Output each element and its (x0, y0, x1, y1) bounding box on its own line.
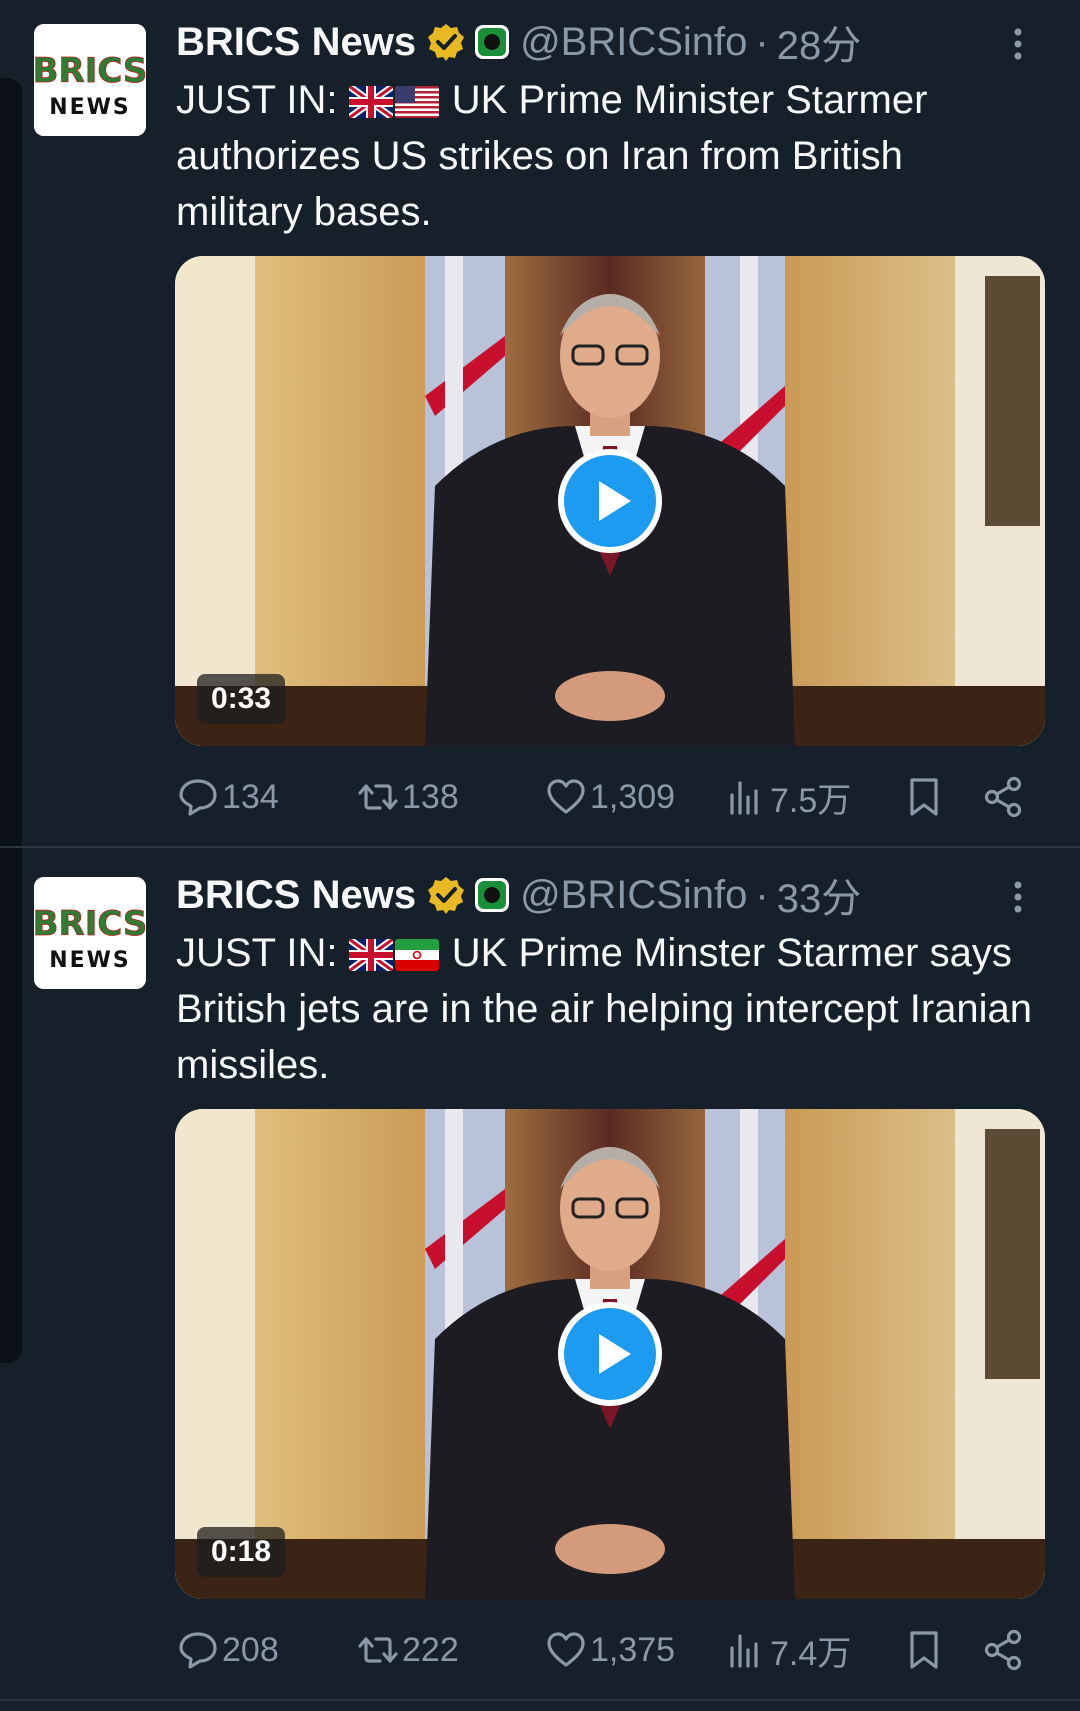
like-count: 1,375 (590, 1630, 676, 1669)
svg-text:NEWS: NEWS (49, 95, 131, 120)
video-duration: 0:18 (197, 1527, 286, 1577)
gold-check-badge-icon[interactable] (426, 22, 466, 62)
views-button[interactable]: 7.4万 (724, 1625, 851, 1675)
svg-text:BRICS: BRICS (34, 51, 146, 91)
reply-count: 134 (222, 777, 279, 816)
avatar[interactable]: BRICS NEWS (34, 24, 146, 136)
svg-text:BRICS: BRICS (34, 904, 146, 944)
reply-icon (176, 775, 220, 819)
bookmark-icon (902, 1628, 946, 1672)
share-button[interactable] (982, 772, 1028, 822)
repost-count: 222 (402, 1630, 459, 1669)
more-options-icon[interactable] (1006, 877, 1030, 917)
tweet-text: JUST IN: UK Prime Minister Starmer autho… (176, 72, 1036, 240)
views-chart-icon (724, 775, 768, 819)
reply-icon (176, 1628, 220, 1672)
reply-button[interactable]: 134 (176, 772, 279, 822)
play-icon[interactable] (555, 446, 665, 556)
timestamp[interactable]: 33分 (777, 866, 862, 924)
views-count: 7.4万 (770, 1634, 852, 1673)
tweet-text-prefix: JUST IN: (176, 78, 338, 122)
video-player[interactable]: 0:33 (175, 256, 1045, 746)
tweet-divider (0, 1699, 1080, 1701)
share-icon (982, 1628, 1026, 1672)
video-duration: 0:33 (197, 674, 286, 724)
views-chart-icon (724, 1628, 768, 1672)
separator-dot: · (755, 19, 769, 64)
tweet-card[interactable]: BRICS NEWS BRICS News @BRICSinfo · 28分 J… (0, 0, 1080, 846)
bookmark-icon (902, 775, 946, 819)
reply-count: 208 (222, 1630, 279, 1669)
author-name[interactable]: BRICS News (176, 20, 416, 65)
reply-button[interactable]: 208 (176, 1625, 279, 1675)
uk-flag-icon (348, 939, 393, 971)
tweet-text: JUST IN: UK Prime Minster Starmer says B… (176, 925, 1036, 1093)
heart-icon (544, 1628, 588, 1672)
views-button[interactable]: 7.5万 (724, 772, 851, 822)
repost-icon (356, 775, 400, 819)
us-flag-icon (394, 86, 439, 118)
repost-icon (356, 1628, 400, 1672)
timestamp[interactable]: 28分 (777, 13, 862, 71)
bookmark-button[interactable] (902, 772, 948, 822)
action-bar: 208 222 1,375 7.4万 (176, 1625, 1036, 1675)
like-button[interactable]: 1,309 (544, 772, 675, 822)
author-handle[interactable]: @BRICSinfo (520, 20, 747, 65)
separator-dot: · (755, 872, 769, 917)
tweet-divider (0, 846, 1080, 848)
tweet-header: BRICS News @BRICSinfo · 33分 (176, 867, 861, 923)
heart-icon (544, 775, 588, 819)
tweet-text-prefix: JUST IN: (176, 931, 338, 975)
repost-count: 138 (402, 777, 459, 816)
tweet-header: BRICS News @BRICSinfo · 28分 (176, 14, 861, 70)
uk-flag-icon (348, 86, 393, 118)
author-name[interactable]: BRICS News (176, 873, 416, 918)
avatar[interactable]: BRICS NEWS (34, 877, 146, 989)
play-icon[interactable] (555, 1299, 665, 1409)
repost-button[interactable]: 138 (356, 772, 459, 822)
like-count: 1,309 (590, 777, 676, 816)
green-affiliate-badge-icon[interactable] (474, 877, 510, 913)
action-bar: 134 138 1,309 7.5万 (176, 772, 1036, 822)
green-affiliate-badge-icon[interactable] (474, 24, 510, 60)
views-count: 7.5万 (770, 781, 852, 820)
iran-flag-icon (394, 939, 439, 971)
gold-check-badge-icon[interactable] (426, 875, 466, 915)
more-options-icon[interactable] (1006, 24, 1030, 64)
like-button[interactable]: 1,375 (544, 1625, 675, 1675)
tweet-card[interactable]: BRICS NEWS BRICS News @BRICSinfo · 33分 J… (0, 853, 1080, 1699)
svg-text:NEWS: NEWS (49, 948, 131, 973)
repost-button[interactable]: 222 (356, 1625, 459, 1675)
share-button[interactable] (982, 1625, 1028, 1675)
share-icon (982, 775, 1026, 819)
author-handle[interactable]: @BRICSinfo (520, 873, 747, 918)
bookmark-button[interactable] (902, 1625, 948, 1675)
video-player[interactable]: 0:18 (175, 1109, 1045, 1599)
